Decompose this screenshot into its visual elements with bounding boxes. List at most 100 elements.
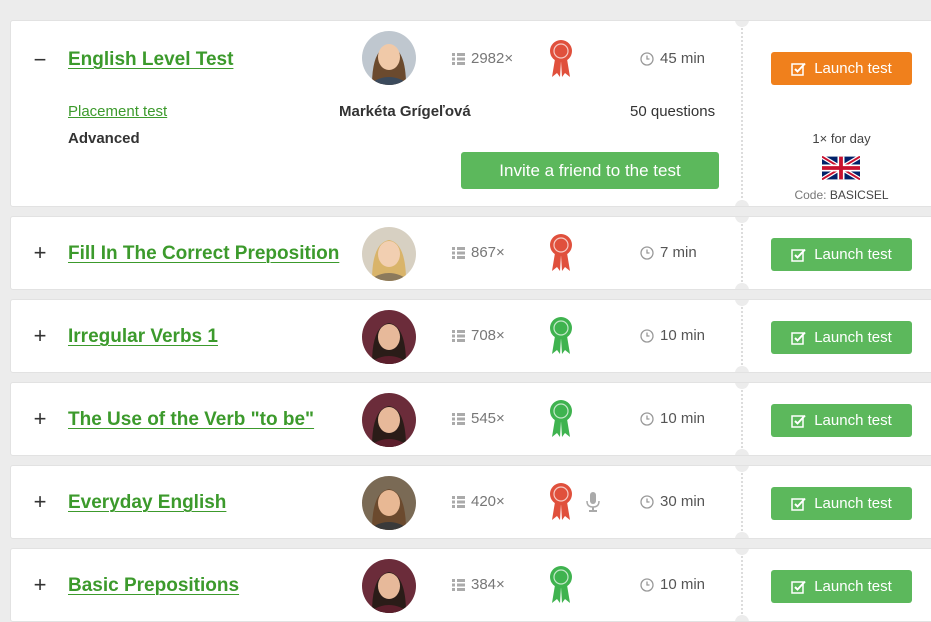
test-title[interactable]: Everyday English [68, 492, 226, 514]
duration-value: 45 min [660, 50, 706, 67]
duration-value: 30 min [660, 493, 706, 510]
level-label: Advanced [68, 130, 140, 147]
checkbox-edit-icon [791, 62, 806, 76]
code-value: BASICSEL [829, 188, 889, 202]
expand-toggle[interactable]: + [31, 491, 49, 513]
award-ribbon-icon [550, 40, 572, 77]
test-title[interactable]: English Level Test [68, 49, 233, 71]
author-avatar [362, 559, 416, 613]
launch-test-button[interactable]: Launch test [771, 321, 912, 354]
attempts-value: 2982× [471, 50, 514, 67]
launch-label: Launch test [814, 329, 892, 346]
card-divider [741, 466, 743, 538]
test-card: + Irregular Verbs 1 708× 10 min Launch t… [10, 299, 931, 373]
card-notch [735, 549, 749, 555]
award-ribbon-icon [550, 317, 572, 354]
launch-label: Launch test [814, 60, 892, 77]
launch-label: Launch test [814, 578, 892, 595]
clock-icon [640, 328, 654, 343]
checkbox-edit-icon [791, 331, 806, 345]
award-ribbon-icon [550, 234, 572, 271]
card-divider [741, 21, 743, 206]
checkbox-edit-icon [791, 414, 806, 428]
launch-test-button[interactable]: Launch test [771, 487, 912, 520]
test-card: + Basic Prepositions 384× 10 min Launch … [10, 548, 931, 622]
collapse-toggle[interactable]: − [31, 49, 49, 71]
test-title[interactable]: The Use of the Verb "to be" [68, 409, 314, 431]
author-avatar [362, 393, 416, 447]
code-label: Code: [794, 188, 827, 202]
test-card-expanded: − English Level Test 2982× 45 min Launch… [10, 20, 931, 207]
attempts-value: 545× [471, 410, 505, 427]
card-divider [741, 549, 743, 621]
attempts-count: 867× [452, 244, 505, 261]
author-avatar [362, 31, 416, 85]
launch-test-button[interactable]: Launch test [771, 570, 912, 603]
card-notch [735, 383, 749, 389]
limit-per-day: 1× for day [812, 131, 871, 146]
test-card: + Everyday English 420× 30 min Launch te… [10, 465, 931, 539]
launch-label: Launch test [814, 495, 892, 512]
card-notch [735, 300, 749, 306]
test-code: Code: BASICSEL [771, 188, 912, 202]
launch-test-button[interactable]: Launch test [771, 52, 912, 85]
list-icon [452, 578, 465, 591]
test-title[interactable]: Basic Prepositions [68, 575, 239, 597]
list-icon [452, 412, 465, 425]
expand-toggle[interactable]: + [31, 325, 49, 347]
card-notch [735, 615, 749, 621]
attempts-value: 384× [471, 576, 505, 593]
expand-toggle[interactable]: + [31, 408, 49, 430]
clock-icon [640, 411, 654, 426]
attempts-value: 708× [471, 327, 505, 344]
microphone-icon [586, 492, 600, 512]
duration: 45 min [640, 50, 705, 67]
list-icon [452, 495, 465, 508]
attempts-count: 708× [452, 327, 505, 344]
checkbox-edit-icon [791, 580, 806, 594]
questions-count: 50 questions [630, 103, 716, 120]
test-title[interactable]: Fill In The Correct Preposition [68, 243, 339, 265]
card-divider [741, 217, 743, 289]
invite-friend-button[interactable]: Invite a friend to the test [461, 152, 719, 189]
checkbox-edit-icon [791, 248, 806, 262]
test-title[interactable]: Irregular Verbs 1 [68, 326, 218, 348]
duration-value: 10 min [660, 327, 706, 344]
launch-test-button[interactable]: Launch test [771, 404, 912, 437]
author-avatar [362, 310, 416, 364]
list-icon [452, 329, 465, 342]
expand-toggle[interactable]: + [31, 574, 49, 596]
launch-label: Launch test [814, 246, 892, 263]
author-avatar [362, 476, 416, 530]
duration: 10 min [640, 410, 705, 427]
clock-icon [640, 51, 654, 66]
launch-label: Launch test [814, 412, 892, 429]
duration: 10 min [640, 576, 705, 593]
card-notch [735, 466, 749, 472]
expand-toggle[interactable]: + [31, 242, 49, 264]
duration: 7 min [640, 244, 697, 261]
duration-value: 10 min [660, 576, 706, 593]
award-ribbon-icon [550, 400, 572, 437]
card-notch [735, 21, 749, 27]
card-divider [741, 300, 743, 372]
card-notch [735, 366, 749, 372]
list-icon [452, 52, 465, 65]
card-notch [735, 217, 749, 223]
launch-test-button[interactable]: Launch test [771, 238, 912, 271]
test-card: + The Use of the Verb "to be" 545× 10 mi… [10, 382, 931, 456]
duration-value: 7 min [660, 244, 697, 261]
award-ribbon-icon [550, 566, 572, 603]
duration: 30 min [640, 493, 705, 510]
clock-icon [640, 245, 654, 260]
clock-icon [640, 577, 654, 592]
attempts-count: 420× [452, 493, 505, 510]
clock-icon [640, 494, 654, 509]
card-notch [735, 449, 749, 455]
author-avatar [362, 227, 416, 281]
attempts-count: 545× [452, 410, 505, 427]
category-link[interactable]: Placement test [68, 103, 167, 120]
award-ribbon-icon [550, 483, 572, 520]
duration: 10 min [640, 327, 705, 344]
attempts-count: 2982× [452, 50, 513, 67]
